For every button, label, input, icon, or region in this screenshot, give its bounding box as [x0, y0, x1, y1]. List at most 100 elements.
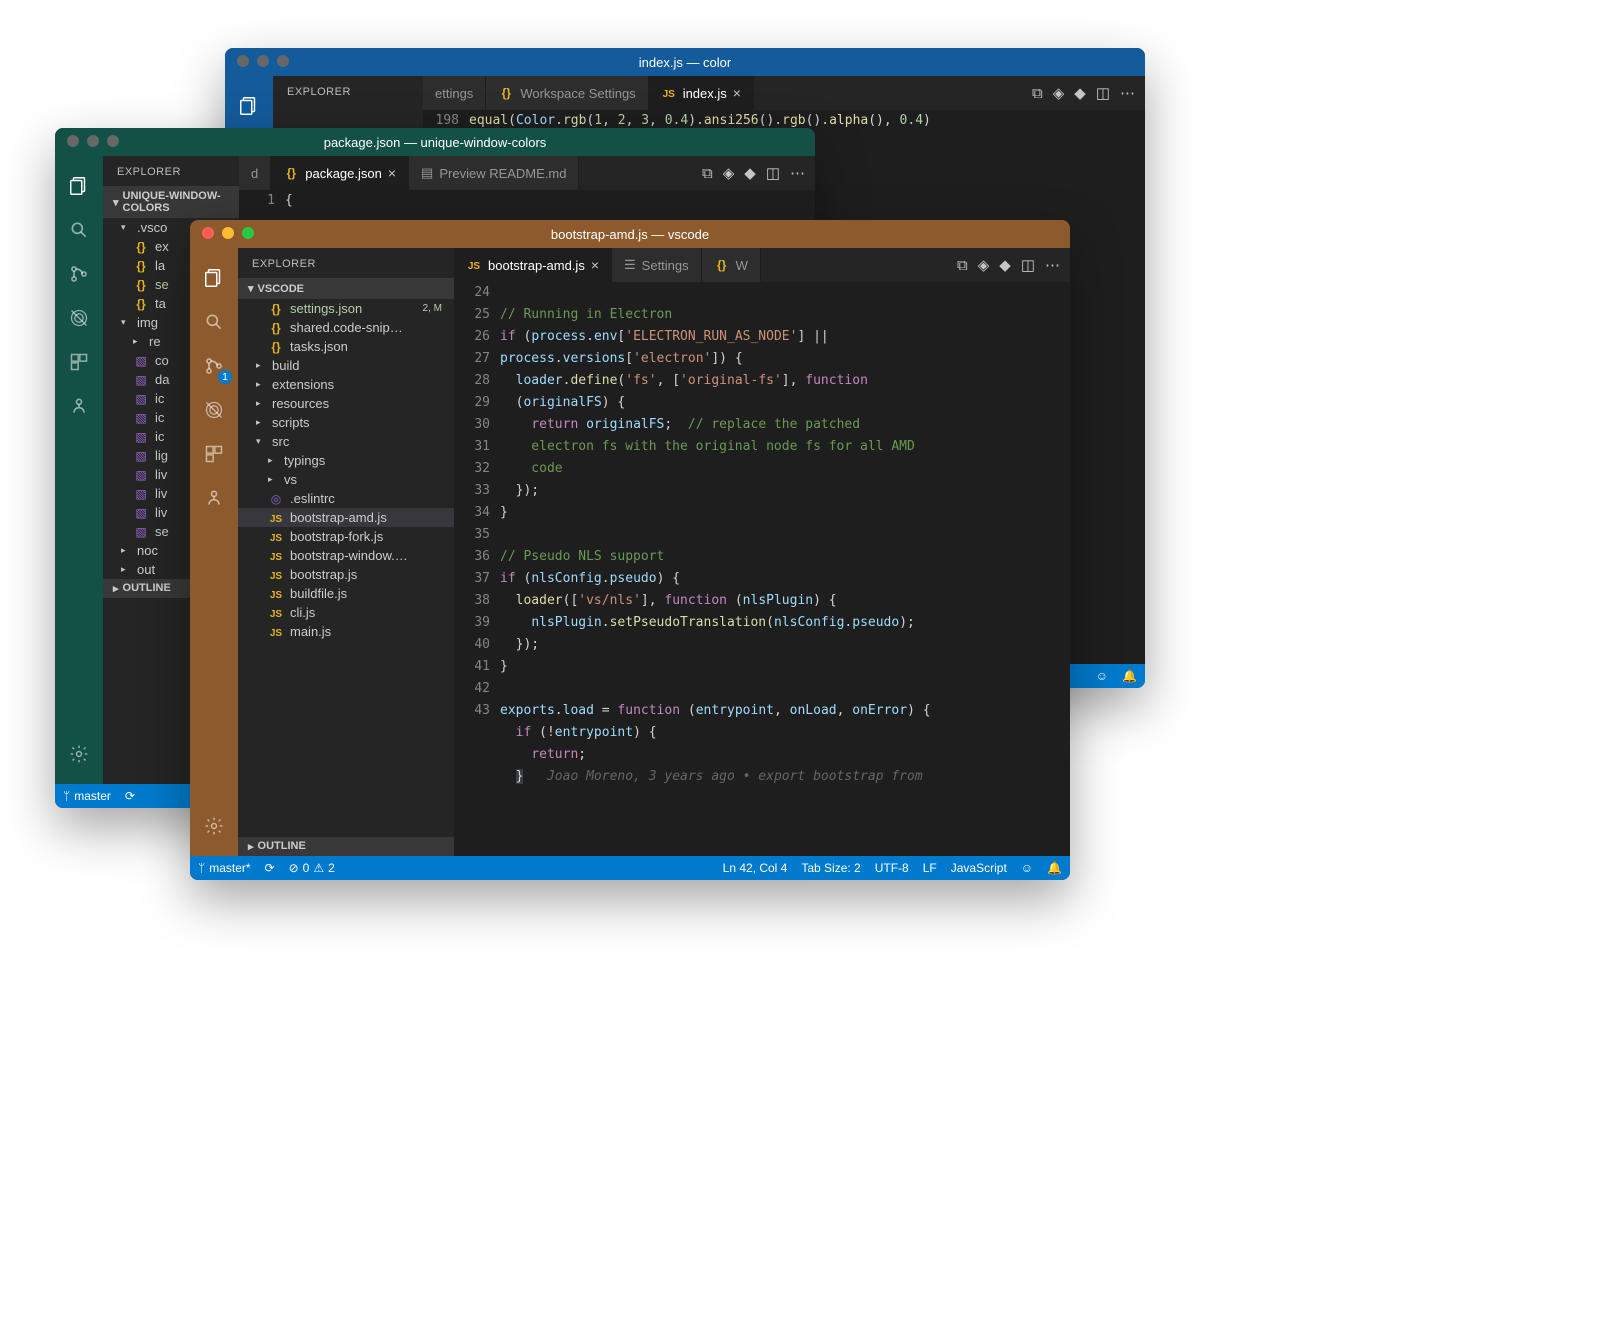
preview-icon[interactable]: ◈: [1053, 84, 1065, 102]
tree-item[interactable]: ▸scripts: [238, 413, 454, 432]
gitlens-icon[interactable]: [55, 384, 103, 428]
preview-icon[interactable]: ◈: [978, 256, 990, 274]
bell-icon[interactable]: 🔔: [1047, 861, 1062, 875]
encoding[interactable]: UTF-8: [875, 861, 909, 875]
tab-label: ettings: [435, 86, 473, 101]
tree-item[interactable]: ▸build: [238, 356, 454, 375]
scm-icon[interactable]: [55, 252, 103, 296]
search-icon[interactable]: [190, 300, 238, 344]
tree-item[interactable]: tasks.json: [238, 337, 454, 356]
code-view[interactable]: // Running in Electron if (process.env['…: [500, 282, 931, 856]
feedback-icon[interactable]: ☺: [1096, 669, 1108, 683]
more-icon[interactable]: ⋯: [1045, 256, 1060, 274]
tree-item[interactable]: settings.json2, M: [238, 299, 454, 318]
compare-icon[interactable]: ⧉: [1032, 85, 1043, 102]
scm-badge: 1: [218, 370, 232, 384]
maximize-icon[interactable]: [107, 135, 119, 147]
split-icon[interactable]: ◫: [1021, 256, 1035, 274]
eol[interactable]: LF: [923, 861, 937, 875]
tree-item[interactable]: ▸vs: [238, 470, 454, 489]
maximize-icon[interactable]: [277, 55, 289, 67]
tab-preview-readme[interactable]: ▤Preview README.md: [409, 156, 579, 190]
close-icon[interactable]: ×: [733, 85, 741, 101]
tab-partial[interactable]: d: [239, 156, 271, 190]
outline-header[interactable]: ▸OUTLINE: [238, 837, 454, 856]
gear-icon[interactable]: [190, 804, 238, 848]
gear-icon[interactable]: [55, 732, 103, 776]
preview-icon[interactable]: ◈: [723, 164, 735, 182]
close-icon[interactable]: [67, 135, 79, 147]
window-controls[interactable]: [202, 227, 254, 239]
tree-item[interactable]: buildfile.js: [238, 584, 454, 603]
close-icon[interactable]: ×: [591, 257, 599, 273]
bell-icon[interactable]: 🔔: [1122, 669, 1137, 683]
tree-item[interactable]: ▾src: [238, 432, 454, 451]
explorer-icon[interactable]: [190, 256, 238, 300]
tree-item[interactable]: cli.js: [238, 603, 454, 622]
workspace-header[interactable]: ▾VSCODE: [238, 278, 454, 299]
more-icon[interactable]: ⋯: [790, 164, 805, 182]
workspace-header[interactable]: ▾UNIQUE-WINDOW-COLORS: [103, 186, 239, 218]
tab-workspace-settings[interactable]: Workspace Settings: [486, 76, 648, 110]
more-icon[interactable]: ⋯: [1120, 84, 1135, 102]
tab-w-partial[interactable]: W: [702, 248, 761, 282]
tree-item[interactable]: .eslintrc: [238, 489, 454, 508]
tree-item[interactable]: bootstrap-amd.js: [238, 508, 454, 527]
split-icon[interactable]: ◫: [1096, 84, 1110, 102]
tree-item[interactable]: ▸extensions: [238, 375, 454, 394]
titlebar[interactable]: index.js — color: [225, 48, 1145, 76]
explorer-icon[interactable]: [55, 164, 103, 208]
sync-icon[interactable]: ⟳: [265, 861, 275, 875]
ln-col[interactable]: Ln 42, Col 4: [723, 861, 788, 875]
tree-item[interactable]: ▸typings: [238, 451, 454, 470]
branch-indicator[interactable]: ᛘ master: [63, 789, 111, 803]
tree-item[interactable]: main.js: [238, 622, 454, 641]
settings-icon: ☰: [624, 257, 636, 273]
tab-bootstrap-amd[interactable]: bootstrap-amd.js×: [454, 248, 612, 282]
minimize-icon[interactable]: [87, 135, 99, 147]
window-controls[interactable]: [67, 135, 119, 147]
tab-label: d: [251, 166, 258, 181]
tab-settings-partial[interactable]: ettings: [423, 76, 486, 110]
explorer-icon[interactable]: [225, 84, 273, 128]
maximize-icon[interactable]: [242, 227, 254, 239]
minimize-icon[interactable]: [257, 55, 269, 67]
tree-item[interactable]: ▸resources: [238, 394, 454, 413]
problems-indicator[interactable]: ⊘ 0 ⚠ 2: [289, 861, 335, 875]
extensions-icon[interactable]: [55, 340, 103, 384]
compare-icon[interactable]: ⧉: [957, 257, 968, 274]
gitlens-icon[interactable]: [190, 476, 238, 520]
window-controls[interactable]: [237, 55, 289, 67]
titlebar[interactable]: package.json — unique-window-colors: [55, 128, 815, 156]
diff-icon[interactable]: ◆: [1074, 84, 1086, 102]
search-icon[interactable]: [55, 208, 103, 252]
split-icon[interactable]: ◫: [766, 164, 780, 182]
window-title: bootstrap-amd.js — vscode: [551, 227, 709, 242]
close-icon[interactable]: ×: [388, 165, 396, 181]
language-mode[interactable]: JavaScript: [951, 861, 1007, 875]
feedback-icon[interactable]: ☺: [1021, 861, 1033, 875]
tab-settings[interactable]: ☰Settings: [612, 248, 702, 282]
tab-size[interactable]: Tab Size: 2: [801, 861, 860, 875]
debug-icon[interactable]: [190, 388, 238, 432]
tab-package-json[interactable]: package.json×: [271, 156, 409, 190]
diff-icon[interactable]: ◆: [744, 164, 756, 182]
close-icon[interactable]: [237, 55, 249, 67]
tab-index-js[interactable]: index.js×: [649, 76, 754, 110]
tree-item[interactable]: bootstrap-window.…: [238, 546, 454, 565]
tree-item[interactable]: bootstrap.js: [238, 565, 454, 584]
tree-item[interactable]: shared.code-snip…: [238, 318, 454, 337]
scm-icon[interactable]: 1: [190, 344, 238, 388]
tree-item[interactable]: bootstrap-fork.js: [238, 527, 454, 546]
editor-actions: ⧉ ◈ ◆ ◫ ⋯: [692, 156, 815, 190]
extensions-icon[interactable]: [190, 432, 238, 476]
branch-indicator[interactable]: ᛘ master*: [198, 861, 251, 875]
sync-icon[interactable]: ⟳: [125, 789, 135, 803]
minimize-icon[interactable]: [222, 227, 234, 239]
close-icon[interactable]: [202, 227, 214, 239]
debug-icon[interactable]: [55, 296, 103, 340]
compare-icon[interactable]: ⧉: [702, 165, 713, 182]
activity-bar: [55, 156, 103, 784]
titlebar[interactable]: bootstrap-amd.js — vscode: [190, 220, 1070, 248]
diff-icon[interactable]: ◆: [999, 256, 1011, 274]
